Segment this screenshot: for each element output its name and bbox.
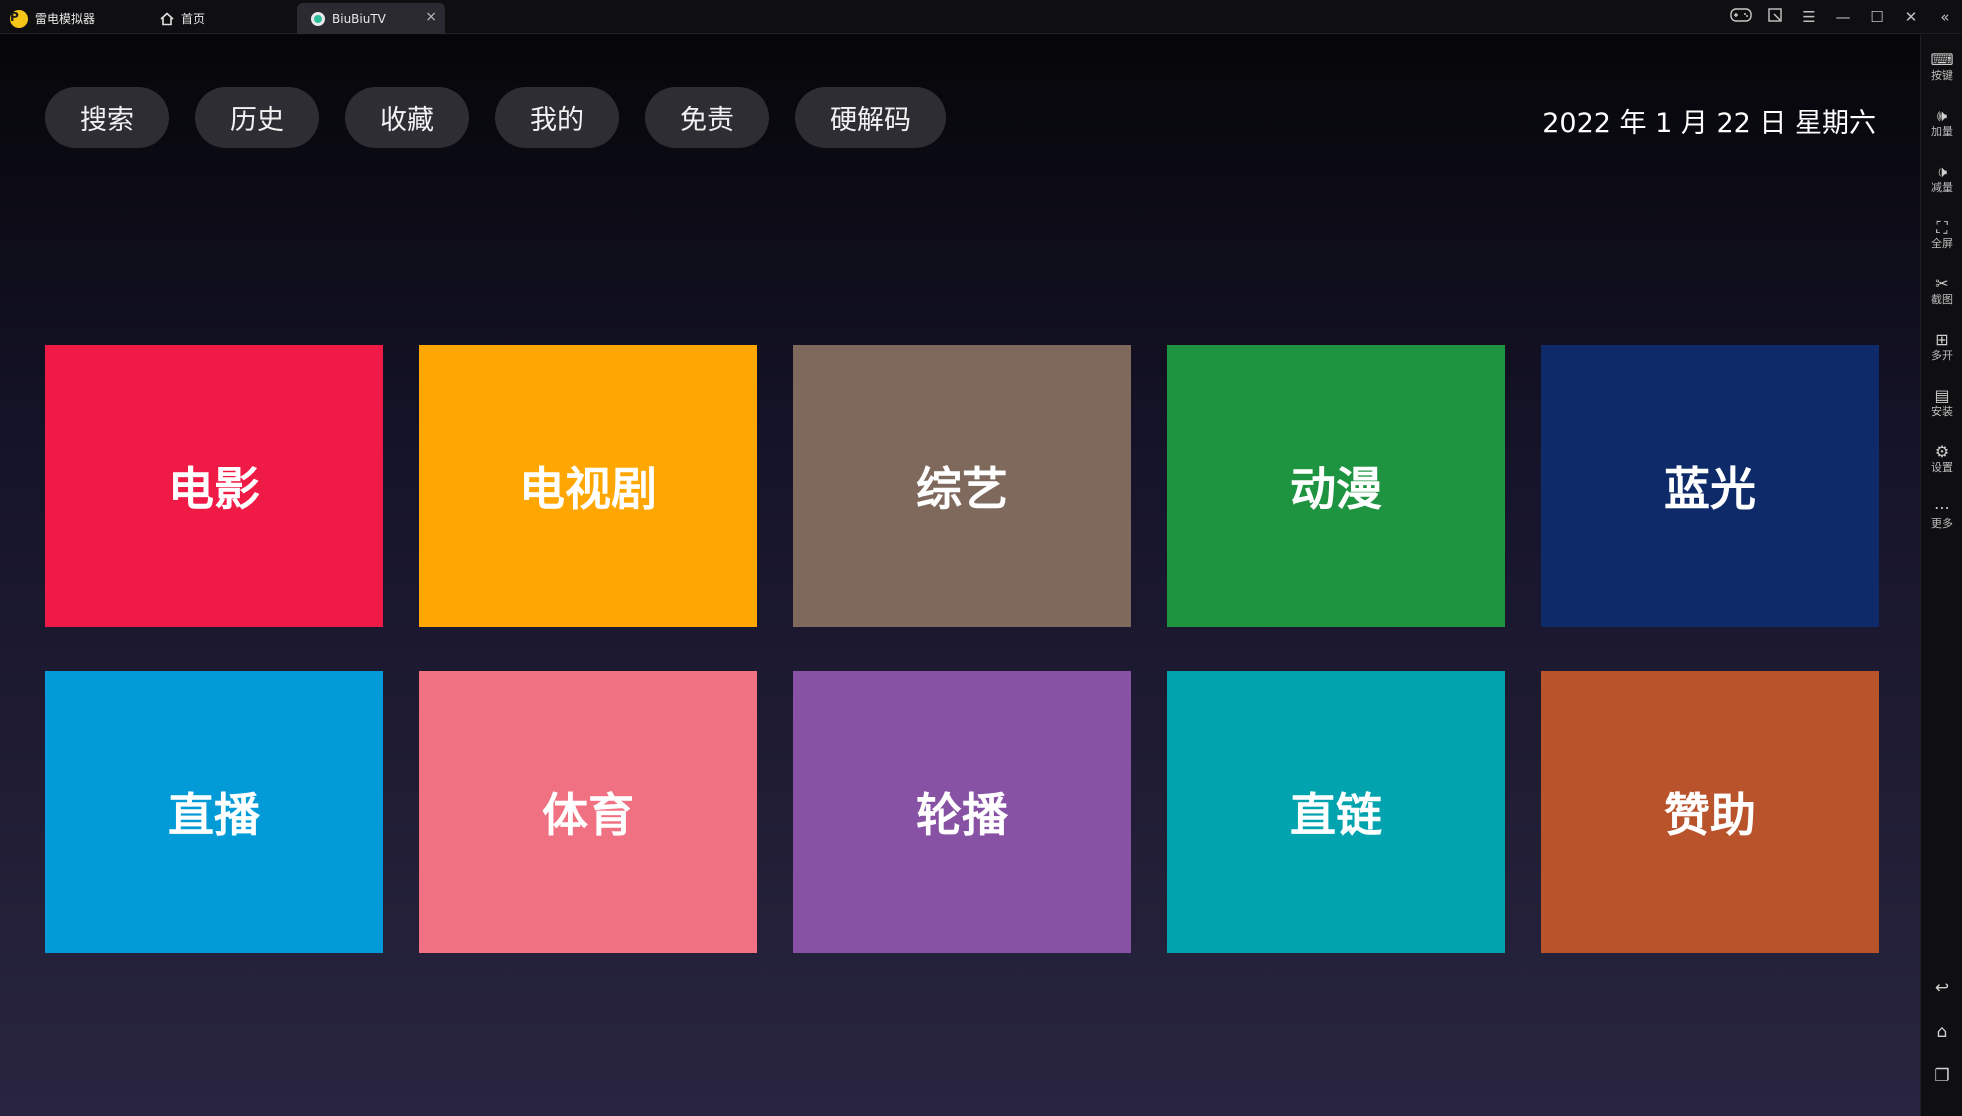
sidebar-item-screenshot[interactable]: ✂ 截图 xyxy=(1921,275,1962,307)
tile-tv-series[interactable]: 电视剧 xyxy=(419,345,757,627)
emulator-sidebar: ⌨ 按键 🕪 加量 🕩 减量 ⛶ 全屏 ✂ 截图 ⊞ 多开 ▤ 安装 ⚙ 设置 … xyxy=(1920,35,1962,1116)
android-back-icon[interactable]: ↩ xyxy=(1921,978,1962,998)
tab-home-label: 首页 xyxy=(181,12,206,26)
sidebar-item-install[interactable]: ▤ 安装 xyxy=(1921,387,1962,419)
screen-record-icon[interactable] xyxy=(1758,8,1792,26)
scissors-icon: ✂ xyxy=(1935,274,1949,293)
tile-variety[interactable]: 综艺 xyxy=(793,345,1131,627)
close-icon[interactable]: ✕ xyxy=(1894,8,1928,26)
sidebar-item-more[interactable]: ⋯ 更多 xyxy=(1921,499,1962,531)
biubiutv-icon xyxy=(311,11,325,26)
fullscreen-icon: ⛶ xyxy=(1936,218,1948,237)
nav-disclaimer-button[interactable]: 免责 xyxy=(645,87,769,148)
tile-sports[interactable]: 体育 xyxy=(419,671,757,953)
maximize-icon[interactable]: ☐ xyxy=(1860,8,1894,26)
volume-down-icon: 🕩 xyxy=(1936,162,1948,181)
sidebar-item-volume-down[interactable]: 🕩 减量 xyxy=(1921,163,1962,195)
nav-mine-button[interactable]: 我的 xyxy=(495,87,619,148)
tab-biubiutv-label: BiuBiuTV xyxy=(332,11,386,26)
tile-sponsor[interactable]: 赞助 xyxy=(1541,671,1879,953)
app-title: P 雷电模拟器 xyxy=(10,3,150,34)
apk-install-icon: ▤ xyxy=(1934,386,1950,405)
home-icon xyxy=(160,11,174,25)
keyboard-icon: ⌨ xyxy=(1930,50,1954,69)
sidebar-item-volume-up[interactable]: 🕪 加量 xyxy=(1921,107,1962,139)
category-grid: 电影 电视剧 综艺 动漫 蓝光 直播 体育 轮播 直链 赞助 xyxy=(45,345,1879,953)
multi-instance-icon: ⊞ xyxy=(1935,330,1949,349)
nav-history-button[interactable]: 历史 xyxy=(195,87,319,148)
android-home-icon[interactable]: ⌂ xyxy=(1921,1022,1962,1042)
tile-anime[interactable]: 动漫 xyxy=(1167,345,1505,627)
sidebar-item-multi-instance[interactable]: ⊞ 多开 xyxy=(1921,331,1962,363)
android-recents-icon[interactable]: ❐ xyxy=(1921,1066,1962,1086)
tile-movies[interactable]: 电影 xyxy=(45,345,383,627)
sidebar-item-settings[interactable]: ⚙ 设置 xyxy=(1921,443,1962,475)
app-name: 雷电模拟器 xyxy=(35,12,96,26)
tile-direct-link[interactable]: 直链 xyxy=(1167,671,1505,953)
title-bar: P 雷电模拟器 首页 BiuBiuTV × ☰ — ☐ ✕ « xyxy=(0,0,1962,34)
tab-biubiutv[interactable]: BiuBiuTV × xyxy=(297,3,445,34)
nav-favorites-button[interactable]: 收藏 xyxy=(345,87,469,148)
leidian-logo-icon: P xyxy=(10,9,28,28)
tab-home[interactable]: 首页 xyxy=(160,3,295,34)
sidebar-item-fullscreen[interactable]: ⛶ 全屏 xyxy=(1921,219,1962,251)
tile-carousel[interactable]: 轮播 xyxy=(793,671,1131,953)
minimize-icon[interactable]: — xyxy=(1826,8,1860,26)
date-display: 2022 年 1 月 22 日 星期六 xyxy=(1542,108,1876,139)
volume-up-icon: 🕪 xyxy=(1936,106,1948,125)
top-nav: 搜索 历史 收藏 我的 免责 硬解码 xyxy=(45,87,972,148)
nav-hw-decode-button[interactable]: 硬解码 xyxy=(795,87,946,148)
tab-close-icon[interactable]: × xyxy=(425,9,437,25)
tile-bluray[interactable]: 蓝光 xyxy=(1541,345,1879,627)
biubiutv-home: 搜索 历史 收藏 我的 免责 硬解码 2022 年 1 月 22 日 星期六 电… xyxy=(0,35,1920,1116)
gamepad-icon[interactable] xyxy=(1724,8,1758,26)
more-icon: ⋯ xyxy=(1934,498,1950,517)
gear-icon: ⚙ xyxy=(1934,442,1950,461)
window-controls: ☰ — ☐ ✕ « xyxy=(1724,0,1962,34)
tile-live[interactable]: 直播 xyxy=(45,671,383,953)
collapse-sidebar-icon[interactable]: « xyxy=(1928,8,1962,26)
sidebar-item-keymap[interactable]: ⌨ 按键 xyxy=(1921,51,1962,83)
menu-icon[interactable]: ☰ xyxy=(1792,8,1826,26)
nav-search-button[interactable]: 搜索 xyxy=(45,87,169,148)
